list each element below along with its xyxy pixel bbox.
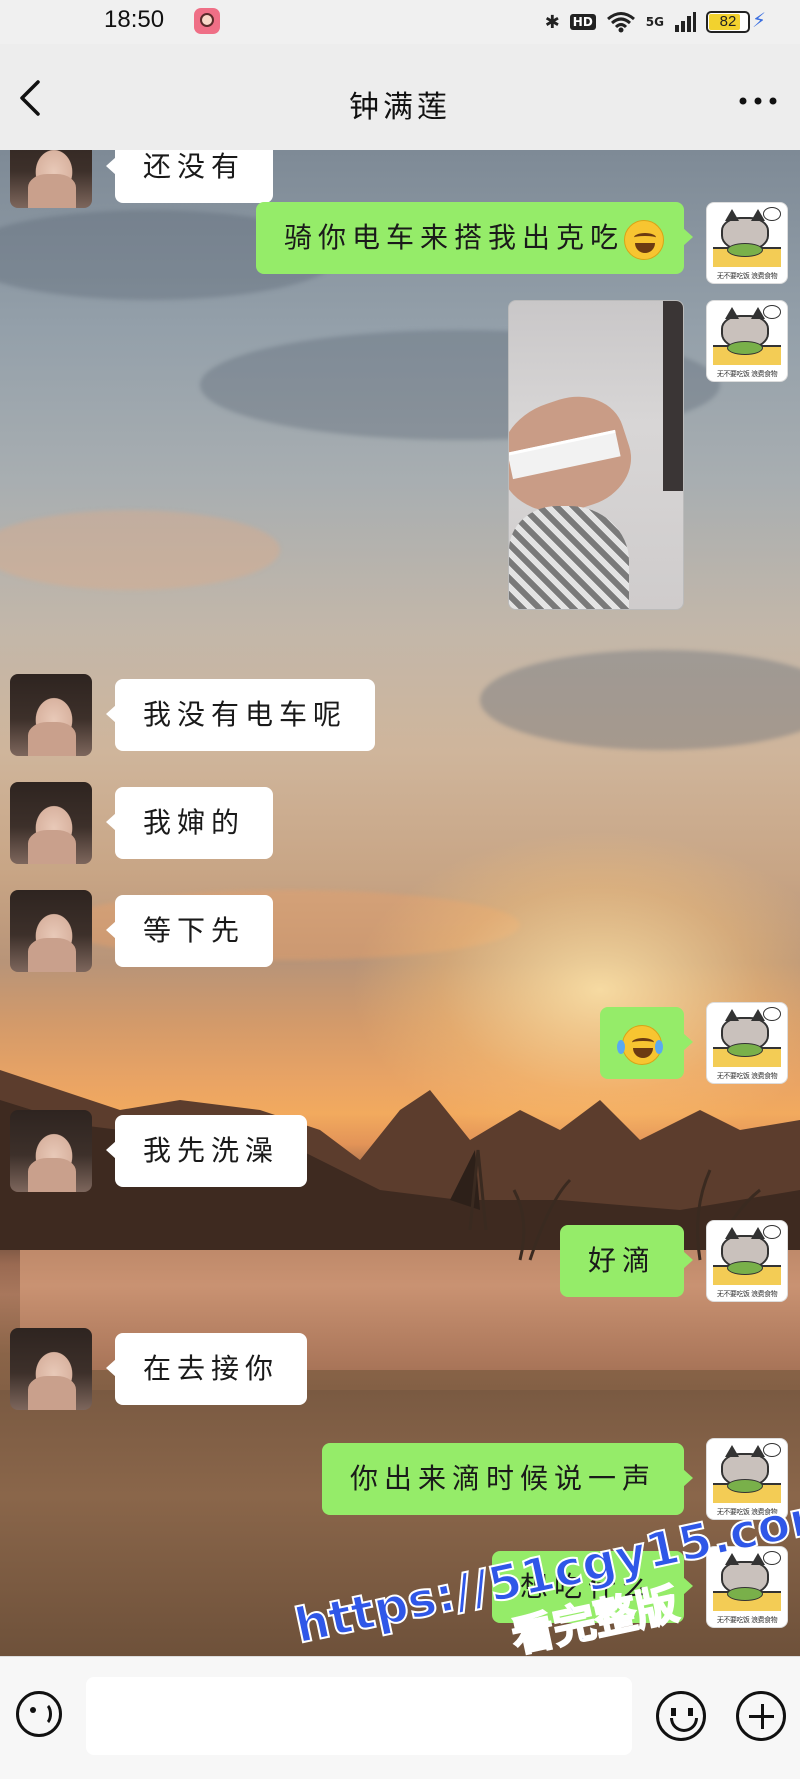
message-bubble[interactable]: 还没有 <box>105 150 274 203</box>
message-text: 骑你电车来搭我出克吃 <box>283 221 624 254</box>
avatar-thought-bubble <box>763 1443 781 1457</box>
contact-avatar[interactable] <box>10 1110 92 1192</box>
battery-icon: 82 <box>706 11 750 33</box>
photo-pants <box>509 506 629 609</box>
my-avatar[interactable]: 无不要吃饭 浪费食物 <box>706 1220 788 1302</box>
bluetooth-icon: ✱ <box>544 11 560 33</box>
chat-header: 钟满莲 <box>0 44 800 150</box>
avatar-thought-bubble <box>763 1551 781 1565</box>
image-message[interactable] <box>508 300 684 610</box>
message-bubble[interactable]: 我没有电车呢 <box>105 679 376 751</box>
my-avatar[interactable]: 无不要吃饭 浪费食物 <box>706 1546 788 1628</box>
message-bubble[interactable]: 在去接你 <box>105 1333 308 1405</box>
message-bubble[interactable]: 骑你电车来搭我出克吃 <box>255 202 694 274</box>
more-actions-button[interactable] <box>736 1691 786 1741</box>
avatar-caption: 无不要吃饭 浪费食物 <box>716 1072 778 1080</box>
photo-wall <box>663 301 683 491</box>
avatar-thought-bubble <box>763 1007 781 1021</box>
charging-icon: ⚡ <box>751 8 766 32</box>
contact-avatar[interactable] <box>10 890 92 972</box>
status-time: 18:50 <box>104 6 165 33</box>
tear-drop <box>655 1039 663 1054</box>
message-bubble[interactable]: 等下先 <box>105 895 274 967</box>
avatar-caption: 无不要吃饭 浪费食物 <box>716 272 778 280</box>
message-bubble[interactable]: 我先洗澡 <box>105 1115 308 1187</box>
tear-drop <box>617 1039 625 1054</box>
avatar-plate <box>727 243 763 257</box>
network-type: 5G <box>645 15 664 29</box>
avatar-plate <box>727 1587 763 1601</box>
contact-avatar[interactable] <box>10 1328 92 1410</box>
my-avatar[interactable]: 无不要吃饭 浪费食物 <box>706 300 788 382</box>
hd-badge: HD <box>569 14 596 30</box>
signal-icon <box>675 12 696 32</box>
battery-level: 82 <box>719 13 737 30</box>
wifi-icon <box>606 12 635 33</box>
avatar-plate <box>727 1043 763 1057</box>
avatar-plate <box>727 1261 763 1275</box>
status-icons: ✱ HD 5G 82 <box>545 8 750 36</box>
avatar-caption: 无不要吃饭 浪费食物 <box>716 370 778 378</box>
avatar-thought-bubble <box>763 207 781 221</box>
notification-app-icon <box>194 8 220 34</box>
avatar-caption: 无不要吃饭 浪费食物 <box>716 1290 778 1298</box>
message-input[interactable] <box>86 1677 632 1755</box>
contact-avatar[interactable] <box>10 782 92 864</box>
avatar-caption: 无不要吃饭 浪费食物 <box>716 1508 778 1516</box>
contact-name: 钟满莲 <box>349 90 451 125</box>
avatar-plate <box>727 1479 763 1493</box>
avatar-thought-bubble <box>763 305 781 319</box>
crying-laughing-emoji-icon <box>617 1024 663 1065</box>
laughing-emoji-icon <box>624 219 664 260</box>
my-avatar[interactable]: 无不要吃饭 浪费食物 <box>706 1438 788 1520</box>
avatar-thought-bubble <box>763 1225 781 1239</box>
my-avatar[interactable]: 无不要吃饭 浪费食物 <box>706 1002 788 1084</box>
emoji-button[interactable] <box>656 1691 706 1741</box>
emoji-message[interactable] <box>600 1007 693 1079</box>
avatar-plate <box>727 341 763 355</box>
chat-message-list[interactable]: 还没有 骑你电车来搭我出克吃 无不要吃饭 浪费食物 无不要吃饭 浪费食物 我没有… <box>0 150 800 1656</box>
voice-input-button[interactable] <box>16 1691 62 1737</box>
my-avatar[interactable]: 无不要吃饭 浪费食物 <box>706 202 788 284</box>
status-bar: 18:50 ✱ HD 5G 82 ⚡ <box>0 0 800 44</box>
message-bubble[interactable]: 我婶的 <box>105 787 274 859</box>
input-bar <box>0 1656 800 1779</box>
message-bubble[interactable]: 你出来滴时候说一声 <box>321 1443 694 1515</box>
contact-avatar[interactable] <box>10 674 92 756</box>
more-options-icon[interactable] <box>738 96 778 106</box>
message-bubble[interactable]: 好滴 <box>559 1225 694 1297</box>
contact-avatar[interactable] <box>10 150 92 208</box>
avatar-caption: 无不要吃饭 浪费食物 <box>716 1616 778 1624</box>
message-bubble[interactable]: 想吃什么 <box>491 1551 694 1623</box>
